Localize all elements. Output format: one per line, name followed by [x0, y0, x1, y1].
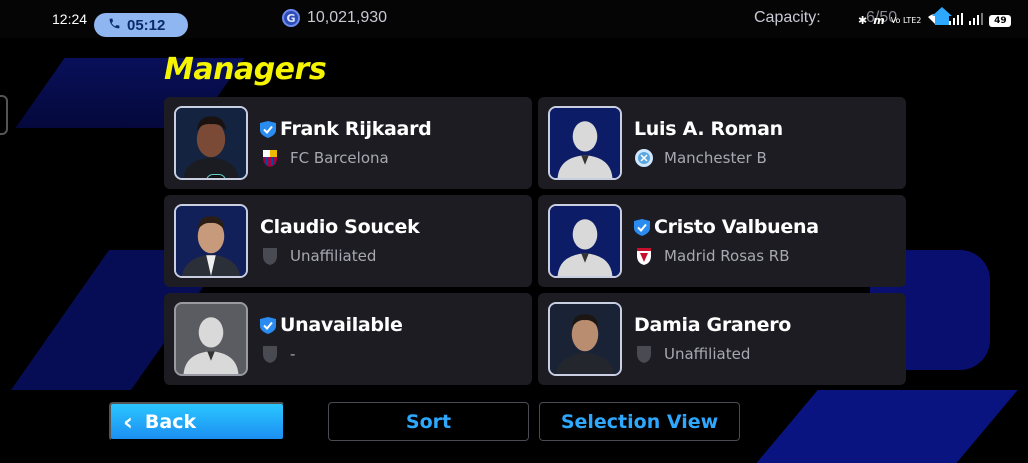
fc-barcelona-crest-icon	[263, 150, 277, 167]
verified-shield-icon	[260, 317, 276, 334]
selection-view-button[interactable]: Selection View	[539, 402, 740, 441]
manager-card[interactable]: Claudio Soucek Unaffiliated	[164, 195, 532, 287]
verified-shield-icon	[634, 219, 650, 236]
manager-grid: Frank Rijkaard FC Barcelona Luis A. Roma…	[164, 97, 906, 385]
manager-name: Claudio Soucek	[260, 216, 420, 238]
volte-icon: Vo LTE2	[890, 16, 922, 25]
chevron-left-icon: ‹	[123, 407, 133, 436]
call-timer: 05:12	[127, 16, 166, 34]
manager-portrait	[548, 302, 622, 376]
call-pill[interactable]: 05:12	[94, 13, 188, 37]
manchester-b-crest-icon	[635, 149, 653, 167]
silhouette-icon	[550, 108, 620, 178]
manager-portrait	[174, 204, 248, 278]
manager-name: Damia Granero	[634, 314, 792, 336]
home-icon[interactable]	[931, 6, 953, 26]
status-bar: 12:24 05:12 G 10,021,930 Capacity: 6/50 …	[0, 0, 1028, 38]
manager-card[interactable]: Frank Rijkaard FC Barcelona	[164, 97, 532, 189]
club-name: FC Barcelona	[290, 149, 389, 167]
club-name: -	[290, 345, 296, 363]
sort-button-label: Sort	[405, 410, 452, 433]
manager-card[interactable]: Damia Granero Unaffiliated	[538, 293, 906, 385]
page-title: Managers	[164, 52, 327, 87]
verified-shield-icon	[260, 121, 276, 138]
battery-icon: 49	[989, 14, 1012, 27]
manager-card[interactable]: Unavailable -	[164, 293, 532, 385]
club-name: Unaffiliated	[664, 345, 751, 363]
status-time: 12:24	[52, 11, 88, 27]
signal-badge-icon: m	[873, 14, 885, 27]
capacity-label: Capacity:	[754, 9, 821, 26]
club-line: Manchester B	[634, 148, 767, 168]
manager-portrait	[174, 106, 248, 180]
club-line: -	[260, 344, 295, 364]
manager-portrait	[174, 302, 248, 376]
portrait-badge-icon	[206, 174, 226, 178]
manager-portrait	[548, 106, 622, 180]
club-name: Unaffiliated	[290, 247, 377, 265]
manager-card[interactable]: Luis A. Roman Manchester B	[538, 97, 906, 189]
silhouette-icon	[550, 206, 620, 276]
silhouette-icon	[176, 304, 246, 374]
club-name: Madrid Rosas RB	[664, 247, 790, 265]
manager-name: Frank Rijkaard	[280, 118, 432, 140]
unaffiliated-shield-icon	[637, 346, 651, 363]
back-button-label: Back	[144, 410, 197, 433]
unaffiliated-shield-icon	[263, 346, 277, 363]
manager-name: Luis A. Roman	[634, 118, 783, 140]
back-button[interactable]: ‹ Back	[109, 402, 285, 441]
gp-coin-icon: G	[282, 9, 300, 27]
unaffiliated-shield-icon	[263, 248, 277, 265]
manager-name: Unavailable	[280, 314, 403, 336]
club-line: Unaffiliated	[634, 344, 750, 364]
side-drawer-handle[interactable]	[0, 95, 8, 135]
phone-icon	[108, 17, 121, 33]
club-line: Madrid Rosas RB	[634, 246, 790, 266]
sort-button[interactable]: Sort	[328, 402, 529, 441]
coin-balance: 10,021,930	[307, 9, 388, 26]
manager-card[interactable]: Cristo Valbuena Madrid Rosas RB	[538, 195, 906, 287]
bg-stripe	[742, 390, 1018, 463]
club-line: Unaffiliated	[260, 246, 376, 266]
manager-portrait	[548, 204, 622, 278]
club-name: Manchester B	[664, 149, 767, 167]
club-line: FC Barcelona	[260, 148, 389, 168]
manager-name: Cristo Valbuena	[654, 216, 819, 238]
bluetooth-icon: ✱	[858, 14, 868, 27]
madrid-rosas-rb-crest-icon	[637, 248, 651, 265]
selection-view-button-label: Selection View	[560, 410, 719, 433]
cell-signal-icon	[969, 13, 984, 28]
